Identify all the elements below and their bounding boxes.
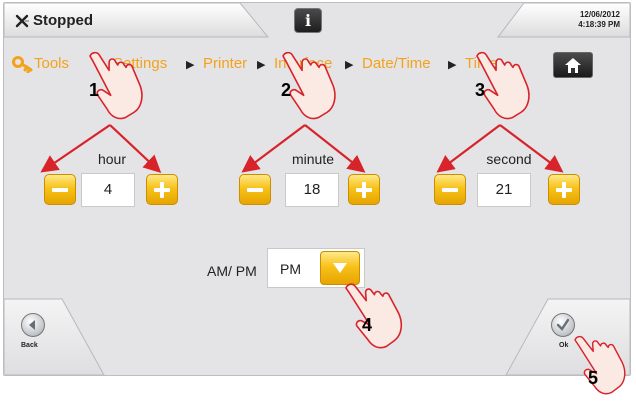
device-screen: Stopped i 12/06/2012 4:18:39 PM Tools ▶ … bbox=[3, 2, 631, 376]
back-button[interactable] bbox=[21, 313, 45, 337]
second-value: 21 bbox=[477, 173, 531, 207]
home-icon bbox=[565, 58, 581, 73]
breadcrumb-separator-icon: ▶ bbox=[186, 59, 195, 71]
ampm-label: AM/ PM bbox=[207, 263, 257, 279]
chevron-down-icon bbox=[333, 263, 347, 273]
back-label: Back bbox=[21, 342, 38, 349]
ok-label: Ok bbox=[559, 342, 569, 349]
hour-value: 4 bbox=[81, 173, 135, 207]
ok-button[interactable] bbox=[551, 313, 575, 337]
callout-number-2: 2 bbox=[281, 80, 292, 100]
info-button[interactable]: i bbox=[294, 8, 322, 33]
machine-status: Stopped bbox=[33, 12, 93, 29]
second-decrease-button[interactable] bbox=[434, 174, 466, 205]
ampm-value: PM bbox=[280, 261, 301, 277]
breadcrumb-settings[interactable]: Settings bbox=[113, 55, 167, 72]
minus-icon bbox=[442, 188, 458, 192]
minute-value: 18 bbox=[285, 173, 339, 207]
date-text: 12/06/2012 bbox=[579, 10, 620, 19]
minute-increase-button[interactable] bbox=[348, 174, 380, 205]
checkmark-icon bbox=[556, 318, 570, 331]
breadcrumb-printer[interactable]: Printer bbox=[203, 55, 247, 72]
minus-icon bbox=[52, 188, 68, 192]
ampm-dropdown-button[interactable] bbox=[320, 251, 360, 285]
breadcrumb-tools[interactable]: Tools bbox=[34, 55, 69, 72]
datetime-display: 12/06/2012 4:18:39 PM bbox=[578, 10, 620, 30]
home-button[interactable] bbox=[553, 52, 593, 78]
breadcrumb-interface[interactable]: Interface bbox=[274, 55, 332, 72]
top-bar: Stopped i 12/06/2012 4:18:39 PM bbox=[4, 3, 630, 39]
breadcrumb-separator-icon: ▶ bbox=[448, 59, 457, 71]
hour-label: hour bbox=[97, 151, 127, 167]
breadcrumb-date-time[interactable]: Date/Time bbox=[362, 55, 431, 72]
callout-number-1: 1 bbox=[89, 80, 100, 100]
second-increase-button[interactable] bbox=[548, 174, 580, 205]
callout-number-5: 5 bbox=[588, 368, 599, 388]
close-x-icon[interactable] bbox=[15, 14, 29, 28]
hour-increase-button[interactable] bbox=[146, 174, 178, 205]
breadcrumb-time: Time bbox=[465, 55, 498, 72]
second-label: second bbox=[486, 151, 532, 167]
minute-decrease-button[interactable] bbox=[239, 174, 271, 205]
breadcrumb-separator-icon: ▶ bbox=[257, 59, 266, 71]
back-arrow-icon bbox=[29, 320, 35, 330]
key-icon bbox=[12, 56, 33, 73]
hour-decrease-button[interactable] bbox=[44, 174, 76, 205]
time-text: 4:18:39 PM bbox=[578, 20, 620, 29]
breadcrumb-separator-icon: ▶ bbox=[96, 59, 105, 71]
callout-number-4: 4 bbox=[362, 315, 373, 335]
breadcrumb-separator-icon: ▶ bbox=[345, 59, 354, 71]
minute-label: minute bbox=[291, 151, 335, 167]
minus-icon bbox=[247, 188, 263, 192]
callout-number-3: 3 bbox=[475, 80, 486, 100]
